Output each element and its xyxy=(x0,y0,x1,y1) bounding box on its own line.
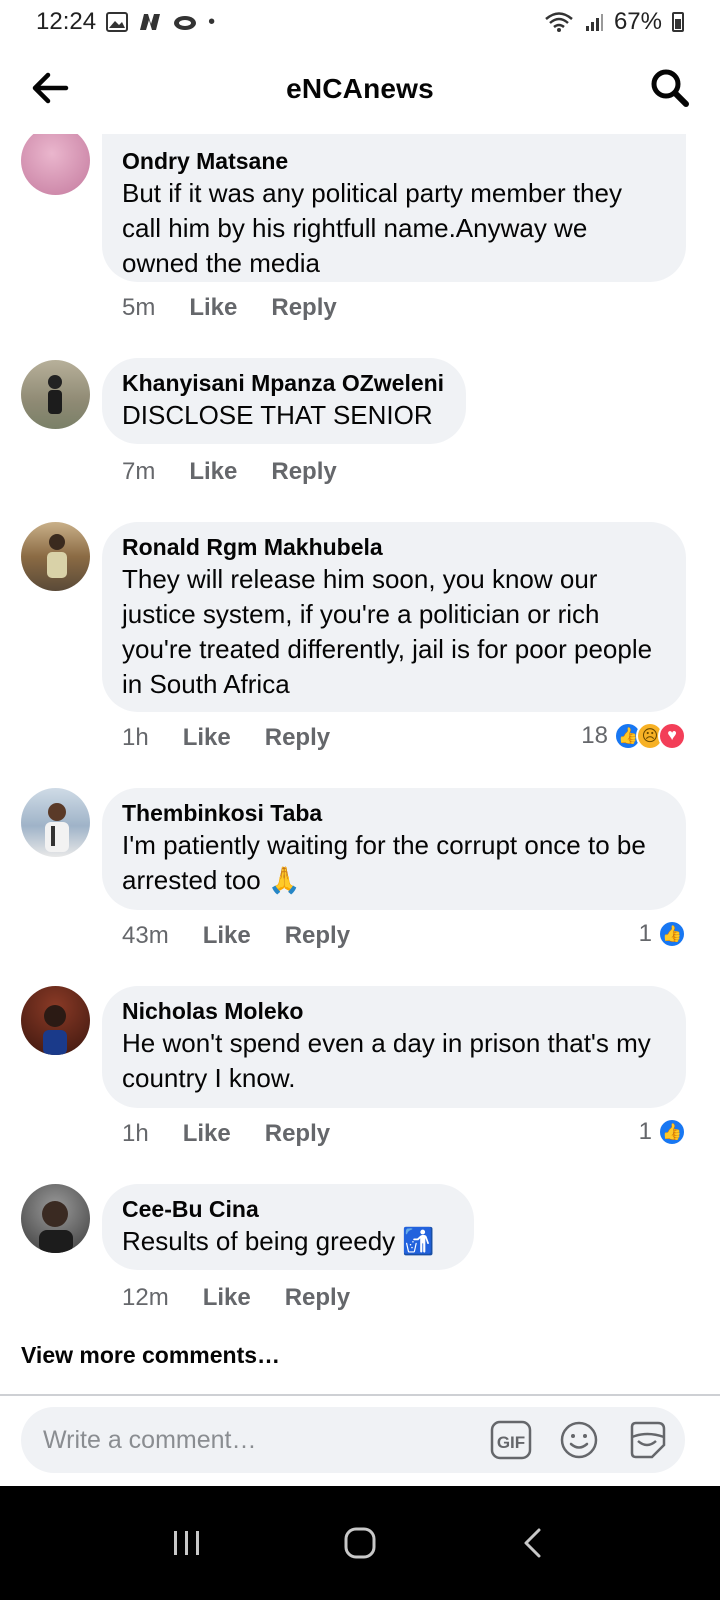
signal-icon xyxy=(585,14,603,31)
comment-bubble: Ronald Rgm Makhubela They will release h… xyxy=(102,522,686,712)
comment-actions: 1h Like Reply xyxy=(122,724,330,752)
comment-author[interactable]: Thembinkosi Taba xyxy=(122,798,666,828)
status-left: 12:24 • xyxy=(36,8,215,36)
comment-actions: 7m Like Reply xyxy=(122,458,337,486)
notification-dot: • xyxy=(208,10,216,33)
cloud-icon xyxy=(174,16,197,30)
comment-bubble: Ondry Matsane But if it was any politica… xyxy=(102,134,686,282)
comment-time[interactable]: 12m xyxy=(122,1284,169,1312)
comment-text: I'm patiently waiting for the corrupt on… xyxy=(122,830,646,895)
recent-apps-button[interactable] xyxy=(157,1513,217,1573)
comment-bubble: Khanyisani Mpanza OZweleni DISCLOSE THAT… xyxy=(102,358,466,444)
system-nav-bar xyxy=(0,1486,720,1600)
avatar[interactable] xyxy=(21,1184,90,1253)
comment-time[interactable]: 1h xyxy=(122,1120,149,1148)
avatar[interactable] xyxy=(21,360,90,429)
avatar-person-icon xyxy=(43,1005,67,1055)
like-button[interactable]: Like xyxy=(189,294,237,322)
comment-actions: 5m Like Reply xyxy=(122,294,337,322)
like-reaction-icon: 👍 xyxy=(658,1118,686,1146)
comment-author[interactable]: Khanyisani Mpanza OZweleni xyxy=(122,368,446,398)
comment-text: They will release him soon, you know our… xyxy=(122,564,653,699)
avatar[interactable] xyxy=(21,788,90,857)
reaction-count: 1 xyxy=(638,920,652,947)
news-icon xyxy=(140,14,161,30)
reactions-summary[interactable]: 18 👍 ☹ ♥ xyxy=(581,722,686,750)
gif-icon[interactable]: GIF xyxy=(489,1418,533,1462)
status-right: 67% xyxy=(544,8,684,36)
comment-text: He won't spend even a day in prison that… xyxy=(122,1028,651,1093)
svg-text:GIF: GIF xyxy=(497,1433,525,1452)
battery-icon xyxy=(672,12,684,32)
home-button[interactable] xyxy=(330,1513,390,1573)
reply-button[interactable]: Reply xyxy=(271,458,336,486)
comment-bubble: Nicholas Moleko He won't spend even a da… xyxy=(102,986,686,1108)
love-reaction-icon: ♥ xyxy=(658,722,686,750)
like-reaction-icon: 👍 xyxy=(658,920,686,948)
comment-time[interactable]: 5m xyxy=(122,294,155,322)
reaction-count: 18 xyxy=(581,722,608,749)
avatar[interactable] xyxy=(21,986,90,1055)
avatar[interactable] xyxy=(21,522,90,591)
like-button[interactable]: Like xyxy=(203,1284,251,1312)
comment-actions: 12m Like Reply xyxy=(122,1284,350,1312)
comment-author[interactable]: Ondry Matsane xyxy=(122,146,666,176)
comment-actions: 1h Like Reply xyxy=(122,1120,330,1148)
avatar-person-icon xyxy=(39,1201,73,1253)
emoji-icon[interactable] xyxy=(557,1418,601,1462)
like-button[interactable]: Like xyxy=(183,724,231,752)
reply-button[interactable]: Reply xyxy=(285,922,350,950)
comment-text: DISCLOSE THAT SENIOR xyxy=(122,400,433,430)
gallery-icon xyxy=(106,12,129,32)
comment-time[interactable]: 43m xyxy=(122,922,169,950)
comment-text: But if it was any political party member… xyxy=(122,178,622,278)
like-button[interactable]: Like xyxy=(189,458,237,486)
comment-actions: 43m Like Reply xyxy=(122,922,350,950)
comment-text: Results of being greedy 🚮 xyxy=(122,1226,435,1256)
avatar[interactable] xyxy=(21,134,90,195)
comment-input[interactable] xyxy=(43,1425,489,1455)
reactions-summary[interactable]: 1 👍 xyxy=(639,920,686,948)
page-title: eNCAnews xyxy=(286,73,434,104)
comment-composer: GIF xyxy=(21,1407,685,1473)
app-header: eNCAnews xyxy=(0,44,720,134)
avatar-person-icon xyxy=(45,803,69,852)
like-button[interactable]: Like xyxy=(183,1120,231,1148)
like-button[interactable]: Like xyxy=(203,922,251,950)
comment-author[interactable]: Ronald Rgm Makhubela xyxy=(122,532,666,562)
back-button[interactable] xyxy=(503,1513,563,1573)
comment-bubble: Thembinkosi Taba I'm patiently waiting f… xyxy=(102,788,686,910)
reaction-count: 1 xyxy=(638,1118,652,1145)
reply-button[interactable]: Reply xyxy=(271,294,336,322)
reply-button[interactable]: Reply xyxy=(265,1120,330,1148)
wifi-icon xyxy=(545,12,573,32)
reactions-summary[interactable]: 1 👍 xyxy=(639,1118,686,1146)
sticker-icon[interactable] xyxy=(625,1418,669,1462)
comment-time[interactable]: 1h xyxy=(122,724,149,752)
battery-percent: 67% xyxy=(613,8,662,35)
composer-icons: GIF xyxy=(489,1418,669,1462)
status-bar: 12:24 • 67% xyxy=(0,0,720,44)
status-time: 12:24 xyxy=(36,8,97,35)
comment-author[interactable]: Cee-Bu Cina xyxy=(122,1194,454,1224)
comment-time[interactable]: 7m xyxy=(122,458,155,486)
reply-button[interactable]: Reply xyxy=(285,1284,350,1312)
search-icon[interactable] xyxy=(648,66,692,110)
comment-bubble: Cee-Bu Cina Results of being greedy 🚮 xyxy=(102,1184,474,1270)
comments-list: Ondry Matsane But if it was any politica… xyxy=(0,134,720,1424)
view-more-comments-link[interactable]: View more comments… xyxy=(21,1342,280,1369)
avatar-person-icon xyxy=(47,534,67,578)
reply-button[interactable]: Reply xyxy=(265,724,330,752)
divider xyxy=(0,1394,720,1396)
comment-author[interactable]: Nicholas Moleko xyxy=(122,996,666,1026)
back-arrow-icon[interactable] xyxy=(28,66,72,110)
avatar-person-icon xyxy=(48,375,62,414)
